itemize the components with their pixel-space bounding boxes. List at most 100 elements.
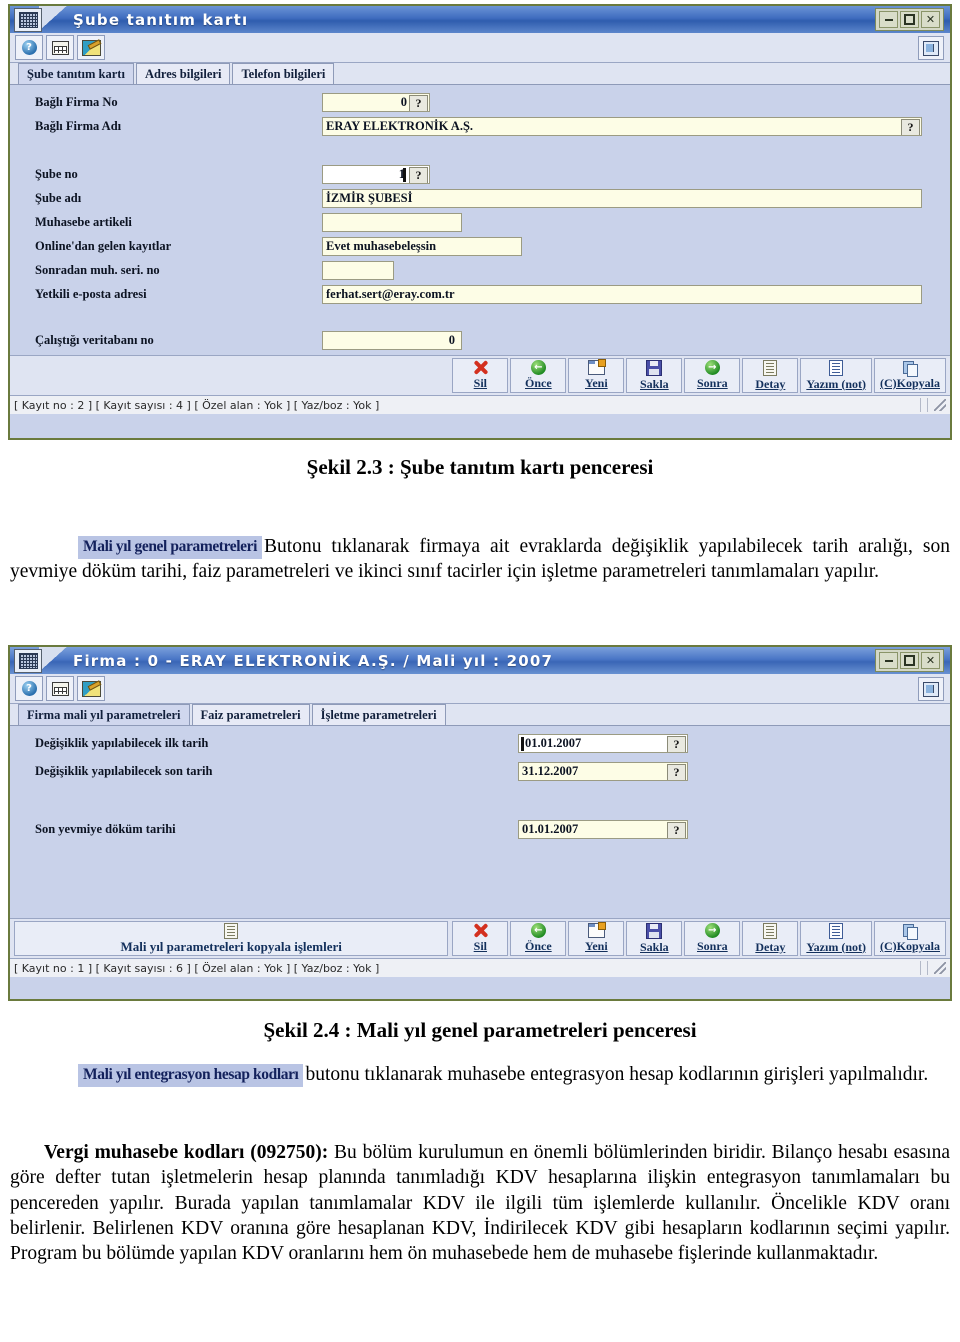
- kopyala-button[interactable]: (C)Kopyala: [874, 358, 946, 393]
- yeni-button[interactable]: Yeni: [568, 358, 625, 393]
- mali-yil-genel-parametreleri-button[interactable]: Mali yıl genel parametreleri: [78, 536, 263, 559]
- edit-icon[interactable]: [77, 676, 105, 701]
- button-label: Sil: [473, 939, 488, 953]
- label-yetkili-eposta-adresi: Yetkili e-posta adresi: [35, 287, 147, 301]
- label-muhasebe-artikeli: Muhasebe artikeli: [35, 215, 132, 229]
- status-divider: [927, 961, 928, 975]
- field-value: Evet muhasebeleşsin: [326, 239, 437, 253]
- titlebar-slant: [39, 647, 69, 674]
- online-gelen-kayitlar-input[interactable]: Evet muhasebeleşsin: [322, 237, 522, 256]
- help-button[interactable]: ?: [667, 764, 686, 780]
- kopyala-button[interactable]: (C)Kopyala: [874, 921, 946, 956]
- previous-icon: ←: [530, 360, 546, 375]
- help-icon[interactable]: ?: [15, 35, 43, 60]
- tab-isletme-parametreleri[interactable]: İşletme parametreleri: [311, 704, 446, 725]
- window1-tabs: Şube tanıtım kartı Adres bilgileri Telef…: [10, 63, 950, 85]
- minimize-icon[interactable]: [879, 652, 898, 669]
- muhasebe-artikeli-input[interactable]: [322, 213, 462, 232]
- help-button[interactable]: ?: [667, 736, 686, 752]
- window1-titlebar[interactable]: Şube tanıtım kartı ✕: [10, 6, 950, 33]
- field-value: ferhat.sert@eray.com.tr: [326, 287, 455, 301]
- sube-adi-input[interactable]: İZMİR ŞUBESİ: [322, 189, 922, 208]
- window2-statusbar: [ Kayıt no : 1 ] [ Kayıt sayısı : 6 ] [ …: [10, 958, 950, 977]
- yetkili-eposta-adresi-input[interactable]: ferhat.sert@eray.com.tr: [322, 285, 922, 304]
- previous-icon: ←: [530, 923, 546, 938]
- help-button[interactable]: ?: [409, 95, 428, 111]
- tab-telefon-bilgileri[interactable]: Telefon bilgileri: [232, 63, 335, 84]
- copy-icon: [903, 360, 918, 377]
- yazim-not-button[interactable]: Yazım (not): [800, 921, 872, 956]
- button-label: Detay: [755, 376, 786, 391]
- resize-grip[interactable]: [934, 399, 946, 411]
- resize-grip[interactable]: [934, 962, 946, 974]
- sube-no-input[interactable]: 1 ?: [322, 165, 430, 184]
- app-icon: [14, 8, 42, 32]
- help-button[interactable]: ?: [901, 119, 920, 135]
- sakla-button[interactable]: Sakla: [626, 358, 683, 393]
- sonra-button[interactable]: → Sonra: [684, 921, 741, 956]
- titlebar-slant: [39, 6, 69, 33]
- status-text: [ Kayıt no : 1 ] [ Kayıt sayısı : 6 ] [ …: [14, 961, 380, 975]
- degisiklik-son-tarih-input[interactable]: 31.12.2007 ?: [518, 762, 688, 781]
- next-icon: →: [704, 923, 720, 938]
- button-label: Sil: [473, 376, 488, 390]
- field-value: 1: [398, 167, 405, 181]
- calistigi-veritabani-no-input[interactable]: 0: [322, 331, 462, 350]
- bagli-firma-adi-input[interactable]: ERAY ELEKTRONİK A.Ş. ?: [322, 117, 922, 136]
- help-button[interactable]: ?: [409, 167, 428, 183]
- note-icon: [829, 922, 844, 939]
- bagli-firma-no-input[interactable]: 0 ?: [322, 93, 430, 112]
- window2-title: Firma : 0 - ERAY ELEKTRONİK A.Ş. / Mali …: [73, 651, 554, 670]
- calculator-icon[interactable]: [46, 35, 74, 60]
- tab-adres-bilgileri[interactable]: Adres bilgileri: [135, 63, 231, 84]
- label-degisiklik-ilk-tarih: Değişiklik yapılabilecek ilk tarih: [35, 736, 209, 750]
- detail-icon: [763, 359, 778, 376]
- tab-firma-mali-yil-parametreleri[interactable]: Firma mali yıl parametreleri: [18, 704, 190, 725]
- once-button[interactable]: ← Önce: [510, 358, 567, 393]
- maximize-icon[interactable]: [900, 652, 919, 669]
- maximize-icon[interactable]: [900, 11, 919, 28]
- field-value: 0: [400, 95, 407, 109]
- detail-icon: [224, 923, 239, 940]
- status-text: [ Kayıt no : 2 ] [ Kayıt sayısı : 4 ] [ …: [14, 398, 380, 412]
- save-icon: [646, 359, 663, 376]
- window1-title: Şube tanıtım kartı: [73, 10, 249, 29]
- sakla-button[interactable]: Sakla: [626, 921, 683, 956]
- sonra-button[interactable]: → Sonra: [684, 358, 741, 393]
- book-icon[interactable]: [918, 36, 944, 60]
- tab-sube-tanitim-karti[interactable]: Şube tanıtım kartı: [18, 63, 134, 84]
- sonradan-muh-seri-no-input[interactable]: [322, 261, 394, 280]
- degisiklik-ilk-tarih-input[interactable]: 01.01.2007 ?: [518, 734, 688, 753]
- mali-yil-genel-parametreleri-window: Firma : 0 - ERAY ELEKTRONİK A.Ş. / Mali …: [8, 645, 952, 1001]
- status-divider: [920, 398, 921, 412]
- mali-yil-parametreleri-kopyala-button[interactable]: Mali yıl parametreleri kopyala işlemleri: [14, 921, 449, 956]
- book-icon[interactable]: [918, 677, 944, 701]
- button-label: Yazım (not): [806, 939, 866, 954]
- sil-button[interactable]: Sil: [452, 358, 509, 393]
- tab-faiz-parametreleri[interactable]: Faiz parametreleri: [191, 704, 310, 725]
- close-icon[interactable]: ✕: [921, 652, 940, 669]
- window2-titlebar[interactable]: Firma : 0 - ERAY ELEKTRONİK A.Ş. / Mali …: [10, 647, 950, 674]
- son-yevmiye-dokum-tarihi-input[interactable]: 01.01.2007 ?: [518, 820, 688, 839]
- window2-toolbar: ?: [10, 674, 950, 704]
- paragraph-1: Mali yıl genel parametreleri Butonu tıkla…: [10, 534, 950, 585]
- delete-icon: [473, 923, 488, 938]
- once-button[interactable]: ← Önce: [510, 921, 567, 956]
- mali-yil-entegrasyon-hesap-kodlari-button[interactable]: Mali yıl entegrasyon hesap kodları: [78, 1064, 304, 1087]
- label-calistigi-veritabani-no: Çalıştığı veritabanı no: [35, 333, 154, 347]
- figure-2-caption: Şekil 2.4 : Mali yıl genel parametreleri…: [263, 1018, 697, 1042]
- tab-label: Şube tanıtım kartı: [27, 66, 125, 81]
- sil-button[interactable]: Sil: [452, 921, 509, 956]
- minimize-icon[interactable]: [879, 11, 898, 28]
- close-icon[interactable]: ✕: [921, 11, 940, 28]
- edit-icon[interactable]: [77, 35, 105, 60]
- calculator-icon[interactable]: [46, 676, 74, 701]
- yazim-not-button[interactable]: Yazım (not): [800, 358, 872, 393]
- detay-button[interactable]: Detay: [742, 921, 799, 956]
- help-button[interactable]: ?: [667, 822, 686, 838]
- help-icon[interactable]: ?: [15, 676, 43, 701]
- yeni-button[interactable]: Yeni: [568, 921, 625, 956]
- detay-button[interactable]: Detay: [742, 358, 799, 393]
- button-label: Yeni: [585, 939, 608, 953]
- text-caret: [403, 168, 406, 182]
